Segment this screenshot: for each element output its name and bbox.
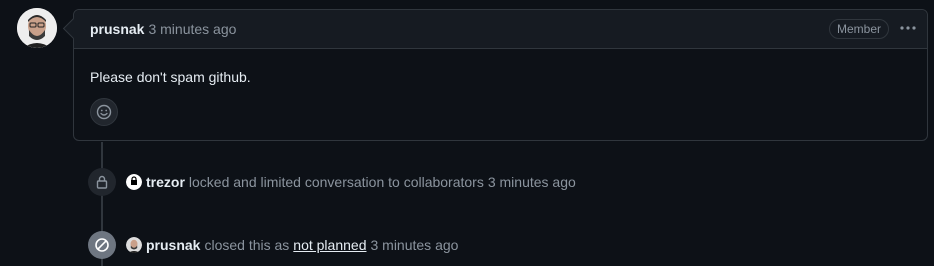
add-reaction-button[interactable] — [90, 98, 118, 126]
smiley-icon — [96, 104, 112, 120]
comment-time[interactable]: 3 minutes ago — [148, 21, 236, 37]
comment-body: Please don't spam github. — [90, 69, 251, 85]
prusnak-avatar[interactable] — [126, 237, 142, 253]
comment-header: prusnak 3 minutes ago Member — [74, 10, 927, 49]
commenter-avatar[interactable] — [17, 8, 57, 48]
member-badge: Member — [828, 19, 889, 39]
kebab-menu-icon[interactable] — [899, 20, 917, 36]
event-action: locked and limited conversation to colla… — [188, 174, 484, 190]
event-actor[interactable]: trezor — [146, 174, 185, 190]
lock-icon — [88, 168, 116, 196]
event-time[interactable]: 3 minutes ago — [370, 237, 458, 253]
timeline-event-closed: prusnak closed this as not planned 3 min… — [88, 231, 458, 259]
event-action: closed this as — [204, 237, 290, 253]
trezor-avatar[interactable] — [126, 174, 142, 190]
skip-icon — [88, 231, 116, 259]
comment-author[interactable]: prusnak — [90, 21, 144, 37]
not-planned-link[interactable]: not planned — [293, 237, 366, 253]
event-time[interactable]: 3 minutes ago — [488, 174, 576, 190]
timeline-event-locked: trezor locked and limited conversation t… — [88, 168, 576, 196]
comment-box: prusnak 3 minutes ago Member Please don'… — [73, 9, 928, 141]
event-actor[interactable]: prusnak — [146, 237, 200, 253]
